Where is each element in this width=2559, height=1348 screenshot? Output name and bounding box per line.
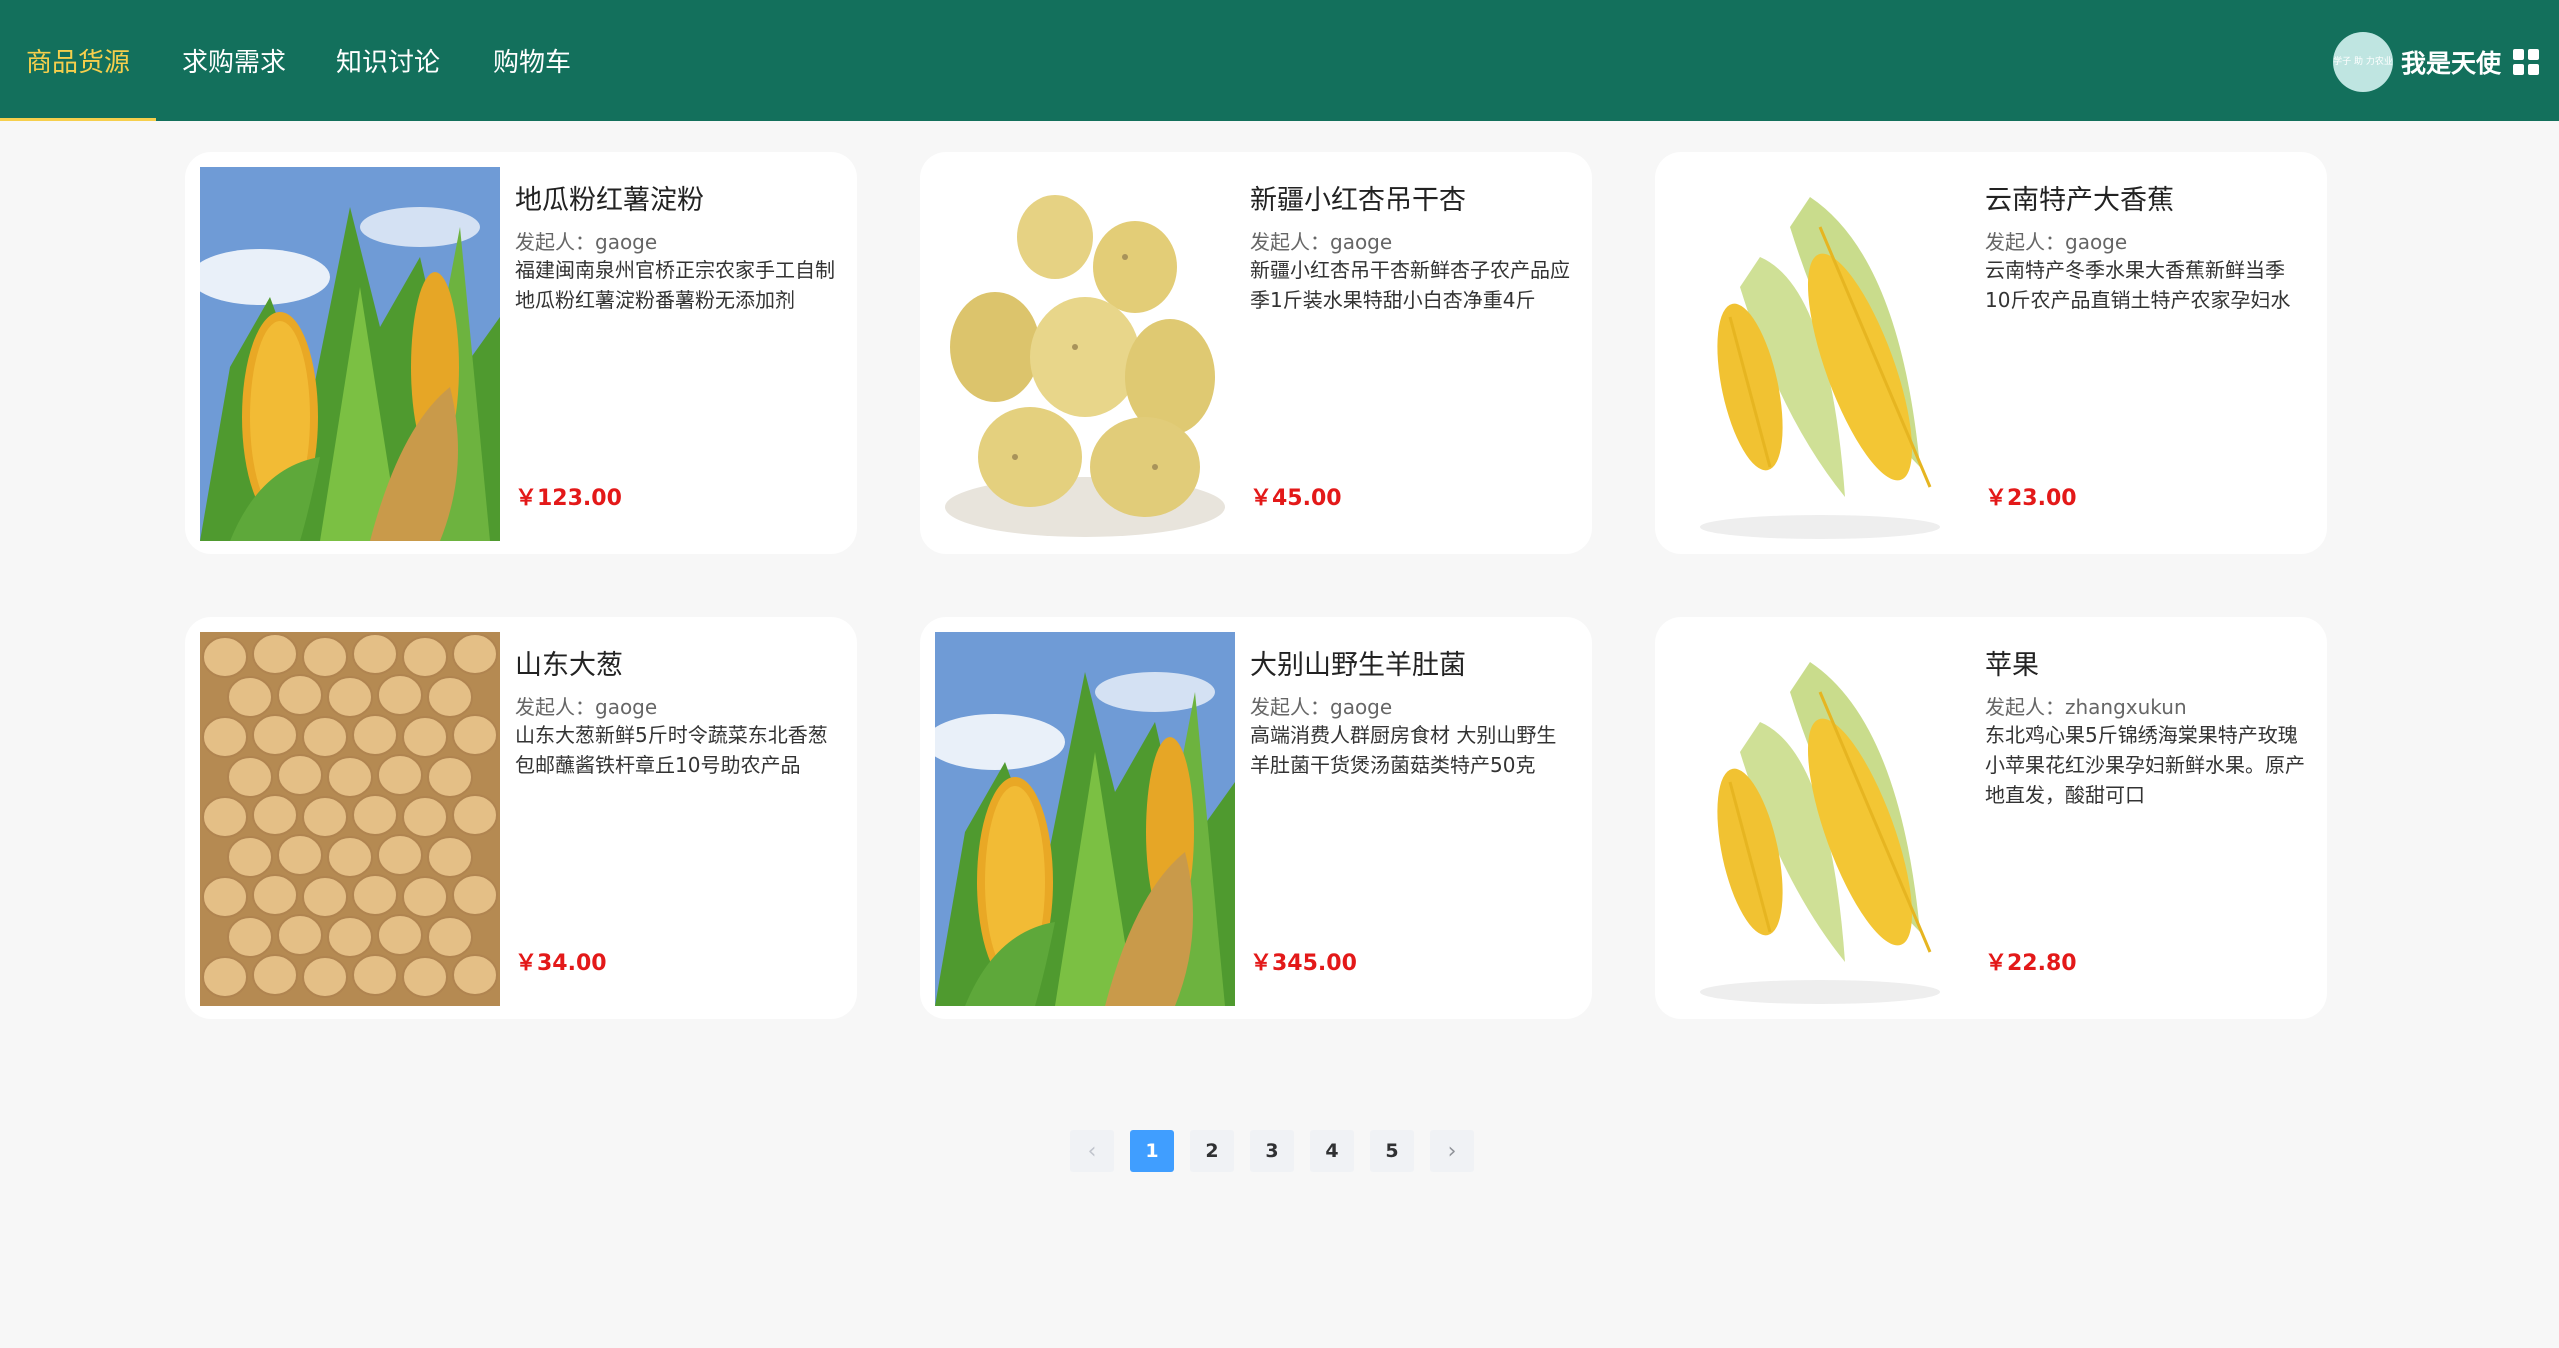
product-author: 发起人：zhangxukun <box>1985 695 2187 719</box>
user-menu[interactable]: 学子 助 力农业 我是天使 <box>2332 30 2539 94</box>
prev-page-button[interactable]: ‹ <box>1070 1130 1114 1172</box>
product-card[interactable]: 苹果 发起人：zhangxukun 东北鸡心果5斤锦绣海棠果特产玫瑰小苹果花红沙… <box>1655 617 2327 1019</box>
product-card[interactable]: 大别山野生羊肚菌 发起人：gaoge 高端消费人群厨房食材 大别山野生羊肚菌干货… <box>920 617 1592 1019</box>
next-page-button[interactable]: › <box>1430 1130 1474 1172</box>
product-title[interactable]: 云南特产大香蕉 <box>1985 178 2174 217</box>
product-author: 发起人：gaoge <box>1985 230 2128 254</box>
corn-on-stalk-image[interactable] <box>200 167 500 541</box>
product-title[interactable]: 新疆小红杏吊干杏 <box>1250 178 1466 217</box>
product-author: 发起人：gaoge <box>515 230 658 254</box>
product-price: ￥45.00 <box>1250 486 1342 511</box>
product-price: ￥123.00 <box>515 486 622 511</box>
page-4-button[interactable]: 4 <box>1310 1130 1354 1172</box>
product-description: 福建闽南泉州官桥正宗农家手工自制地瓜粉红薯淀粉番薯粉无添加剂 <box>515 258 835 312</box>
potatoes-image[interactable] <box>935 167 1235 541</box>
product-card[interactable]: 云南特产大香蕉 发起人：gaoge 云南特产冬季水果大香蕉新鲜当季10斤农产品直… <box>1655 152 2327 554</box>
product-title[interactable]: 山东大葱 <box>515 643 623 682</box>
product-price: ￥22.80 <box>1985 951 2077 976</box>
nav-tab-knowledge-discussion[interactable]: 知识讨论 <box>312 0 464 121</box>
product-title[interactable]: 苹果 <box>1985 643 2039 682</box>
product-title[interactable]: 地瓜粉红薯淀粉 <box>515 178 704 217</box>
product-author: 发起人：gaoge <box>1250 695 1393 719</box>
top-navigation-bar: 商品货源 求购需求 知识讨论 购物车 学子 助 力农业 我是天使 <box>0 0 2559 121</box>
corn-cobs-image[interactable] <box>1670 632 1970 1006</box>
corn-on-stalk-image[interactable] <box>935 632 1235 1006</box>
nav-tab-product-sources[interactable]: 商品货源 <box>0 0 156 121</box>
product-card[interactable]: 山东大葱 发起人：gaoge 山东大葱新鲜5斤时令蔬菜东北香葱包邮蘸酱铁杆章丘1… <box>185 617 857 1019</box>
pagination: ‹ 1 2 3 4 5 › <box>1070 1130 1490 1172</box>
page-3-button[interactable]: 3 <box>1250 1130 1294 1172</box>
product-description: 云南特产冬季水果大香蕉新鲜当季10斤农产品直销土特产农家孕妇水 <box>1985 258 2291 312</box>
username[interactable]: 我是天使 <box>2401 44 2501 80</box>
nav-tab-purchase-requests[interactable]: 求购需求 <box>156 0 312 121</box>
product-price: ￥23.00 <box>1985 486 2077 511</box>
product-price: ￥34.00 <box>515 951 607 976</box>
page-5-button[interactable]: 5 <box>1370 1130 1414 1172</box>
product-description: 东北鸡心果5斤锦绣海棠果特产玫瑰小苹果花红沙果孕妇新鲜水果。原产地直发，酸甜可口 <box>1985 723 2305 807</box>
page-2-button[interactable]: 2 <box>1190 1130 1234 1172</box>
product-author: 发起人：gaoge <box>1250 230 1393 254</box>
product-description: 高端消费人群厨房食材 大别山野生羊肚菌干货煲汤菌菇类特产50克 <box>1250 723 1557 777</box>
soybeans-image[interactable] <box>200 632 500 1006</box>
corn-cobs-image[interactable] <box>1670 167 1970 541</box>
product-title[interactable]: 大别山野生羊肚菌 <box>1250 643 1466 682</box>
product-description: 新疆小红杏吊干杏新鲜杏子农产品应季1斤装水果特甜小白杏净重4斤 <box>1250 258 1570 312</box>
avatar[interactable]: 学子 助 力农业 <box>2332 32 2393 92</box>
product-card[interactable]: 地瓜粉红薯淀粉 发起人：gaoge 福建闽南泉州官桥正宗农家手工自制地瓜粉红薯淀… <box>185 152 857 554</box>
product-price: ￥345.00 <box>1250 951 1357 976</box>
product-author: 发起人：gaoge <box>515 695 658 719</box>
product-description: 山东大葱新鲜5斤时令蔬菜东北香葱包邮蘸酱铁杆章丘10号助农产品 <box>515 723 828 777</box>
main-nav: 商品货源 求购需求 知识讨论 购物车 <box>0 0 600 121</box>
nav-tab-shopping-cart[interactable]: 购物车 <box>464 0 600 121</box>
product-card[interactable]: 新疆小红杏吊干杏 发起人：gaoge 新疆小红杏吊干杏新鲜杏子农产品应季1斤装水… <box>920 152 1592 554</box>
page-1-button[interactable]: 1 <box>1130 1130 1174 1172</box>
grid-menu-icon[interactable] <box>2513 49 2539 75</box>
